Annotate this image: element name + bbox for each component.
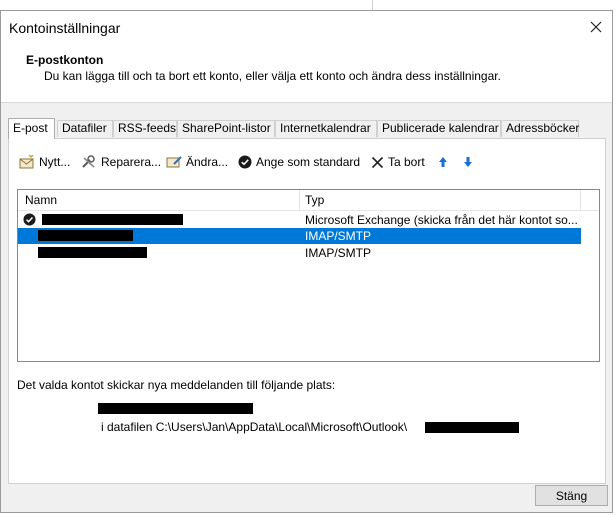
default-account-check-icon xyxy=(23,213,36,226)
checkmark-circle-icon xyxy=(238,155,252,169)
account-type: Microsoft Exchange (skicka från det här … xyxy=(305,213,578,227)
accounts-list[interactable]: Namn Typ Microsoft Exchange (skicka från… xyxy=(17,189,600,362)
redacted-mailbox-name xyxy=(98,403,253,414)
account-row[interactable]: Microsoft Exchange (skicka från det här … xyxy=(18,212,581,228)
close-window-button[interactable] xyxy=(584,15,608,39)
column-header-name[interactable]: Namn xyxy=(25,193,57,207)
delivery-location-label: Det valda kontot skickar nya meddelanden… xyxy=(17,378,336,392)
title-bar: Kontoinställningar xyxy=(1,11,612,44)
new-account-button[interactable]: Nytt... xyxy=(19,153,70,171)
redacted-account-name xyxy=(42,214,183,225)
column-divider[interactable] xyxy=(580,190,581,210)
column-divider[interactable] xyxy=(299,190,300,210)
account-row-selected[interactable]: IMAP/SMTP xyxy=(18,228,581,244)
tab-publicerade-kalendrar[interactable]: Publicerade kalendrar xyxy=(377,120,501,137)
remove-x-icon xyxy=(371,156,384,168)
arrow-up-icon xyxy=(439,157,447,167)
account-toolbar: Nytt... Reparera... Ändra... Ange som st… xyxy=(9,153,605,173)
repair-account-label: Reparera... xyxy=(101,155,162,169)
set-default-label: Ange som standard xyxy=(256,155,361,169)
edit-mail-icon xyxy=(166,156,182,168)
change-account-label: Ändra... xyxy=(186,155,229,169)
tools-icon xyxy=(82,155,95,168)
repair-account-button[interactable]: Reparera... xyxy=(81,153,161,171)
close-icon xyxy=(590,21,602,33)
change-account-button[interactable]: Ändra... xyxy=(166,153,228,171)
tab-datafiler[interactable]: Datafiler xyxy=(57,120,113,137)
account-row[interactable]: IMAP/SMTP xyxy=(18,245,581,261)
e-post-tab-panel: Nytt... Reparera... Ändra... Ange som st… xyxy=(8,138,606,484)
close-button[interactable]: Stäng xyxy=(535,485,608,506)
redacted-account-name xyxy=(38,230,133,241)
redacted-account-name xyxy=(38,247,147,258)
new-account-label: Nytt... xyxy=(39,155,71,169)
new-mail-icon xyxy=(19,155,34,169)
redacted-datafile-name xyxy=(425,422,519,433)
tab-e-post[interactable]: E-post xyxy=(8,118,55,139)
remove-account-label: Ta bort xyxy=(388,155,425,169)
set-default-button[interactable]: Ange som standard xyxy=(238,153,360,171)
tab-sharepoint-listor[interactable]: SharePoint-listor xyxy=(177,120,275,137)
tab-rss-feeds[interactable]: RSS-feeds xyxy=(113,120,177,137)
move-down-button[interactable] xyxy=(463,153,477,171)
header-description: Du kan lägga till och ta bort ett konto,… xyxy=(44,69,501,83)
delivery-datafile-path: i datafilen C:\Users\Jan\AppData\Local\M… xyxy=(101,420,407,434)
accounts-list-header: Namn Typ xyxy=(18,190,599,211)
tab-adressbocker[interactable]: Adressböcker xyxy=(501,120,579,137)
tab-internetkalendrar[interactable]: Internetkalendrar xyxy=(275,120,377,137)
column-header-type[interactable]: Typ xyxy=(305,193,324,207)
dialog-header: E-postkonton Du kan lägga till och ta bo… xyxy=(1,44,612,103)
arrow-down-icon xyxy=(464,157,472,167)
window-title: Kontoinställningar xyxy=(9,20,121,36)
header-title: E-postkonton xyxy=(26,53,104,67)
account-settings-dialog: Kontoinställningar E-postkonton Du kan l… xyxy=(0,10,613,513)
account-type: IMAP/SMTP xyxy=(305,229,372,243)
move-up-button[interactable] xyxy=(438,153,452,171)
account-type: IMAP/SMTP xyxy=(305,246,372,260)
remove-account-button[interactable]: Ta bort xyxy=(371,153,425,171)
datafile-path-text: i datafilen C:\Users\Jan\AppData\Local\M… xyxy=(101,420,408,434)
